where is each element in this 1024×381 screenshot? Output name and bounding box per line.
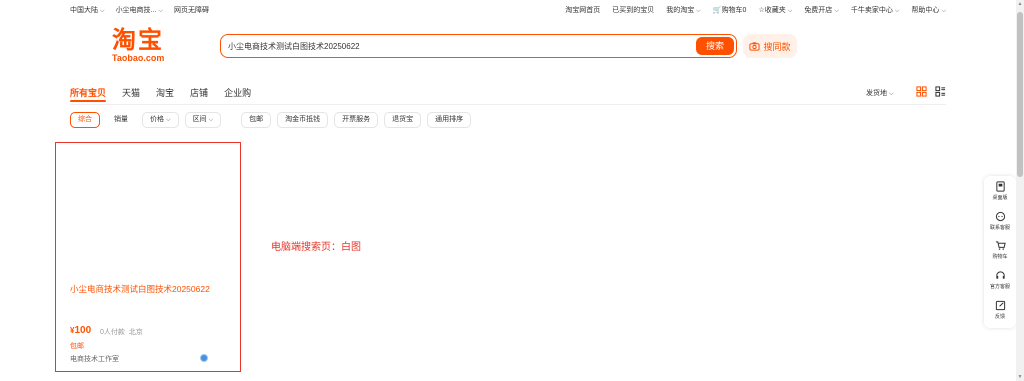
chevron-down-icon: ⌵ xyxy=(100,8,105,14)
account-label: 小尘电商技... xyxy=(115,7,157,14)
chevron-down-icon: ⌵ xyxy=(894,8,900,14)
product-meta: 0人付款 北京 xyxy=(100,327,143,337)
help-center-menu[interactable]: 帮助中心 ⌵ xyxy=(911,5,946,15)
shop-badge-icon xyxy=(200,354,208,362)
my-taobao-menu[interactable]: 我的淘宝 ⌵ xyxy=(666,5,701,15)
price-value: 100 xyxy=(74,325,92,336)
seller-center-menu[interactable]: 千牛卖家中心 ⌵ xyxy=(851,5,900,15)
product-title[interactable]: 小尘电商技术测试白图技术20250622 xyxy=(70,283,220,296)
tab-stores[interactable]: 店铺 xyxy=(190,86,208,102)
filter-general-sort[interactable]: 通用排序 xyxy=(427,112,472,128)
sidebar-label-cart: 购物车 xyxy=(992,254,1008,260)
ship-from-dropdown[interactable]: 发货地 ⌵ xyxy=(866,88,894,98)
tab-enterprise[interactable]: 企业购 xyxy=(224,86,251,102)
bought-items-link[interactable]: 已买到的宝贝 xyxy=(612,5,654,15)
price-range[interactable]: 区间 ⌵ xyxy=(184,112,222,128)
filter-invoice[interactable]: 开票服务 xyxy=(334,112,379,128)
region-selector[interactable]: 中国大陆 ⌵ xyxy=(70,5,105,15)
chevron-down-icon: ⌵ xyxy=(787,8,793,14)
sidebar-label-desktop: 桌面版 xyxy=(992,195,1008,201)
page-scrollbar[interactable]: ▲ ▼ xyxy=(1016,0,1024,381)
scroll-down-arrow-icon[interactable]: ▼ xyxy=(1017,374,1023,380)
chat-icon xyxy=(995,211,1005,222)
sidebar-item-desktop[interactable]: 桌面版 xyxy=(984,181,1016,201)
edit-icon xyxy=(995,300,1005,311)
search-tabs: 所有宝贝 天猫 淘宝 店铺 企业购 xyxy=(70,86,251,102)
top-bar-right: 淘宝网首页 已买到的宝贝 我的淘宝 ⌵ 🛒购物车0 ☆收藏夹 ⌵ 免费开店 ⌵ 千牛卖… xyxy=(565,5,946,15)
product-price: ¥100 xyxy=(70,325,91,336)
photo-search-label: 搜同款 xyxy=(763,41,791,52)
top-bar-left: 中国大陆 ⌵ 小尘电商技... ⌵ 网页无障碍 xyxy=(70,5,209,15)
tab-all-items[interactable]: 所有宝贝 xyxy=(70,86,107,102)
search-box[interactable]: 小尘电商技术测试白图技术20250622 搜索 xyxy=(220,34,737,58)
photo-search-button[interactable]: 搜同款 xyxy=(743,34,797,58)
sidebar-label-support: 官方客服 xyxy=(989,284,1010,290)
my-taobao-label: 我的淘宝 xyxy=(666,7,695,14)
sort-comprehensive[interactable]: 综合 xyxy=(70,112,100,128)
cart-label: 购物车0 xyxy=(721,7,747,14)
tab-tmall[interactable]: 天猫 xyxy=(122,86,140,102)
ship-location: 北京 xyxy=(128,329,143,336)
list-view-icon[interactable] xyxy=(935,86,946,97)
sort-price[interactable]: 价格 ⌵ xyxy=(142,112,179,128)
headset-icon xyxy=(995,271,1005,279)
price-range-label: 区间 xyxy=(192,116,207,123)
sidebar-item-support[interactable]: 官方客服 xyxy=(984,270,1016,290)
tab-taobao[interactable]: 淘宝 xyxy=(156,86,174,102)
favorites-menu[interactable]: ☆收藏夹 ⌵ xyxy=(758,5,792,15)
chevron-down-icon: ⌵ xyxy=(834,8,839,14)
cart-link[interactable]: 🛒购物车0 xyxy=(713,5,747,15)
chevron-down-icon: ⌵ xyxy=(941,8,946,14)
scrollbar-thumb[interactable] xyxy=(1017,12,1023,177)
chevron-down-icon: ⌵ xyxy=(158,8,163,14)
region-label: 中国大陆 xyxy=(70,7,98,14)
chevron-down-icon: ⌵ xyxy=(696,8,701,14)
search-input[interactable]: 小尘电商技术测试白图技术20250622 xyxy=(228,41,360,52)
filter-return-insurance[interactable]: 退货宝 xyxy=(384,112,422,128)
annotation-text: 电脑端搜索页：白图 xyxy=(271,242,361,253)
cart-icon: 🛒 xyxy=(712,7,722,14)
search-button[interactable]: 搜索 xyxy=(696,37,734,55)
ship-from-label: 发货地 xyxy=(866,90,887,97)
chevron-down-icon: ⌵ xyxy=(208,117,214,123)
tab-divider xyxy=(70,104,946,105)
filter-bar: 综合 销量 价格 ⌵ 区间 ⌵ 包邮 淘金币抵钱 开票服务 退货宝 通用排序 xyxy=(70,112,472,128)
account-menu[interactable]: 小尘电商技... ⌵ xyxy=(116,5,163,15)
sidebar-label-contact: 联系客服 xyxy=(989,225,1010,231)
grid-view-icon[interactable] xyxy=(916,86,927,97)
open-store-menu[interactable]: 免费开店 ⌵ xyxy=(804,5,839,15)
taobao-logo[interactable]: 淘宝 Taobao.com xyxy=(112,28,172,64)
open-store-label: 免费开店 xyxy=(804,7,833,14)
sort-price-label: 价格 xyxy=(150,116,164,123)
sidebar-item-contact[interactable]: 联系客服 xyxy=(984,211,1016,231)
top-bar: 中国大陆 ⌵ 小尘电商技... ⌵ 网页无障碍 淘宝网首页 已买到的宝贝 我的淘宝 ⌵… xyxy=(0,0,1016,18)
view-switcher xyxy=(916,86,946,97)
filter-coins[interactable]: 淘金币抵钱 xyxy=(277,112,329,128)
camera-icon xyxy=(749,41,761,51)
favorites-label: 收藏夹 xyxy=(764,7,786,14)
sidebar-item-feedback[interactable]: 反馈 xyxy=(984,300,1016,320)
desktop-icon xyxy=(995,181,1005,192)
scroll-up-arrow-icon[interactable]: ▲ xyxy=(1017,1,1023,7)
sort-sales[interactable]: 销量 xyxy=(106,112,136,128)
logo-text-en: Taobao.com xyxy=(112,53,165,63)
sidebar-item-cart[interactable]: 购物车 xyxy=(984,240,1016,260)
sidebar-label-feedback: 反馈 xyxy=(994,314,1005,320)
chevron-down-icon: ⌵ xyxy=(889,91,894,97)
free-shipping-tag: 包邮 xyxy=(70,343,84,350)
seller-center-label: 千牛卖家中心 xyxy=(850,7,893,14)
sales-count: 0人付款 xyxy=(100,329,125,336)
cart-icon xyxy=(995,241,1006,250)
product-card[interactable]: 小尘电商技术测试白图技术20250622 ¥100 0人付款 北京 包邮 电商技… xyxy=(55,142,241,372)
filter-free-shipping[interactable]: 包邮 xyxy=(241,112,272,128)
logo-text-cn: 淘宝 xyxy=(112,26,164,54)
side-toolbar: 桌面版 联系客服 购物车 官方客服 反馈 xyxy=(984,176,1016,328)
help-center-label: 帮助中心 xyxy=(911,7,940,14)
shop-name[interactable]: 电商技术工作室 xyxy=(70,354,119,364)
taobao-home-link[interactable]: 淘宝网首页 xyxy=(565,5,600,15)
accessibility-link[interactable]: 网页无障碍 xyxy=(174,5,209,15)
chevron-down-icon: ⌵ xyxy=(166,117,171,123)
